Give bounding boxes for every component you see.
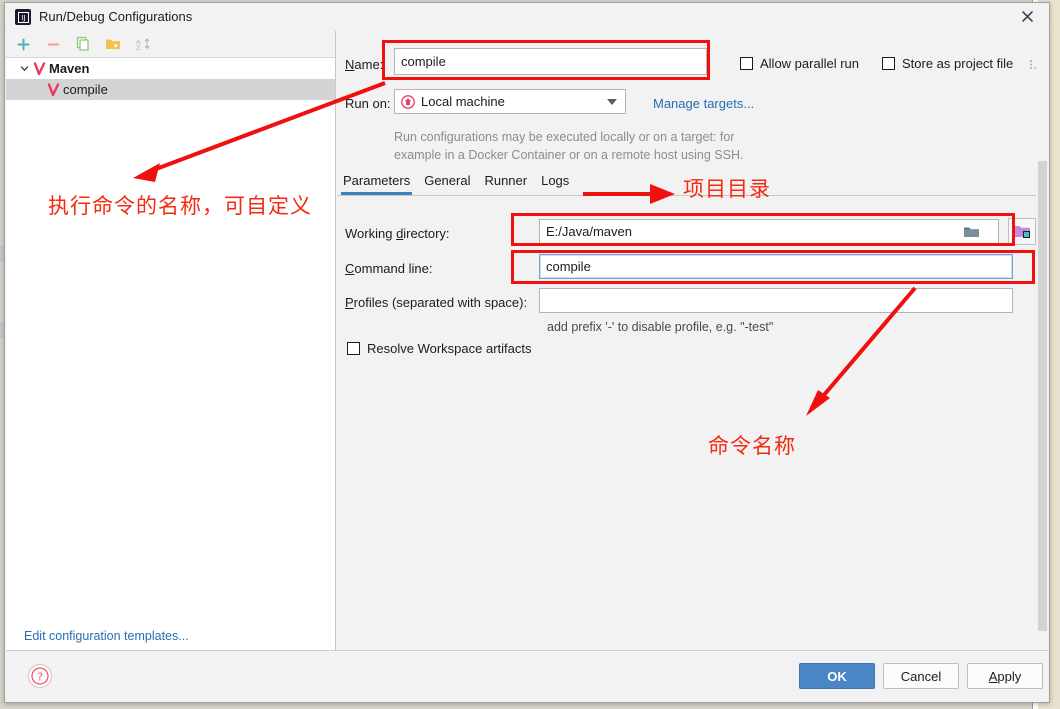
resolve-workspace-artifacts-label: Resolve Workspace artifacts <box>367 341 532 356</box>
folder-icon[interactable] <box>962 224 980 240</box>
intellij-idea-icon: IJ <box>15 9 31 25</box>
command-line-label: Command line: <box>345 261 433 276</box>
configurations-toolbar: A Z <box>6 31 335 58</box>
name-input[interactable]: compile <box>394 48 707 75</box>
svg-text:IJ: IJ <box>21 14 25 22</box>
dialog-titlebar: IJ Run/Debug Configurations <box>5 3 1049 32</box>
remove-configuration-button[interactable] <box>44 35 62 53</box>
close-icon[interactable] <box>1005 3 1049 30</box>
maven-icon <box>46 82 60 97</box>
add-configuration-button[interactable] <box>14 35 32 53</box>
store-as-project-file-label: Store as project file <box>902 56 1014 71</box>
cancel-button[interactable]: Cancel <box>883 663 959 689</box>
name-label: Name: <box>345 57 384 72</box>
tab-runner[interactable]: Runner <box>484 173 527 195</box>
allow-parallel-run-label: Allow parallel run <box>760 56 859 71</box>
svg-text:?: ? <box>37 670 43 683</box>
configurations-tree: Maven compile <box>6 58 335 625</box>
annotation-note-command-name: 命令名称 <box>708 434 796 458</box>
ok-button[interactable]: OK <box>799 663 875 689</box>
profiles-hint: add prefix '-' to disable profile, e.g. … <box>547 320 774 334</box>
svg-text:Z: Z <box>136 44 141 51</box>
tab-logs[interactable]: Logs <box>541 173 569 195</box>
folder-add-icon[interactable] <box>104 35 122 53</box>
maven-icon <box>32 61 46 76</box>
run-on-label: Run on: <box>345 96 391 111</box>
resolve-workspace-artifacts-checkbox[interactable]: Resolve Workspace artifacts <box>347 341 532 356</box>
run-debug-configurations-dialog: IJ Run/Debug Configurations A Z Maven co… <box>4 2 1050 703</box>
apply-button[interactable]: Apply <box>967 663 1043 689</box>
profiles-input[interactable] <box>539 288 1013 313</box>
module-folder-icon[interactable] <box>1008 218 1036 245</box>
copy-configuration-button[interactable] <box>74 35 92 53</box>
dialog-button-bar: ? OK Cancel Apply <box>6 650 1048 701</box>
tree-item-maven[interactable]: Maven <box>6 58 335 79</box>
annotation-note-name: 执行命令的名称，可自定义 <box>48 194 312 218</box>
run-on-select[interactable]: Local machine <box>394 89 626 114</box>
edit-configuration-templates-link[interactable]: Edit configuration templates... <box>24 629 189 643</box>
working-directory-label: Working directory: <box>345 226 450 241</box>
store-as-project-file-checkbox[interactable]: Store as project file <box>882 56 1013 71</box>
configuration-editor-panel: Name: compile Allow parallel run Store a… <box>337 31 1048 651</box>
profiles-label: Profiles (separated with space): <box>345 295 528 310</box>
checkbox-box <box>347 342 360 355</box>
tree-item-compile[interactable]: compile <box>6 79 335 100</box>
command-line-input[interactable]: compile <box>539 254 1013 279</box>
tree-item-label: Maven <box>49 61 90 76</box>
configurations-tree-panel: A Z Maven compile Edit configuration tem… <box>6 31 336 651</box>
description-line-2: example in a Docker Container or on a re… <box>394 148 744 162</box>
tab-general[interactable]: General <box>424 173 470 195</box>
tree-item-label: compile <box>63 82 108 97</box>
checkbox-box <box>740 57 753 70</box>
working-directory-input[interactable]: E:/Java/maven <box>539 219 999 244</box>
configuration-tabs: Parameters General Runner Logs <box>340 173 569 195</box>
editor-scrollbar-track[interactable] <box>1036 31 1048 651</box>
local-machine-icon <box>401 94 415 109</box>
editor-scrollbar-thumb[interactable] <box>1038 161 1047 631</box>
description-line-1: Run configurations may be executed local… <box>394 130 735 144</box>
manage-targets-link[interactable]: Manage targets... <box>653 96 754 111</box>
chevron-down-icon[interactable] <box>16 63 32 74</box>
allow-parallel-run-checkbox[interactable]: Allow parallel run <box>740 56 859 71</box>
run-on-value: Local machine <box>421 94 505 109</box>
help-icon[interactable]: ? <box>26 662 54 690</box>
checkbox-box <box>882 57 895 70</box>
annotation-note-project-dir: 项目目录 <box>683 177 771 201</box>
chevron-down-icon[interactable] <box>607 98 617 105</box>
tab-parameters[interactable]: Parameters <box>340 173 413 195</box>
sort-alphabetically-icon[interactable]: A Z <box>134 35 152 53</box>
screen: IJ Run/Debug Configurations A Z Maven co… <box>0 0 1060 709</box>
dialog-title: Run/Debug Configurations <box>39 9 193 24</box>
